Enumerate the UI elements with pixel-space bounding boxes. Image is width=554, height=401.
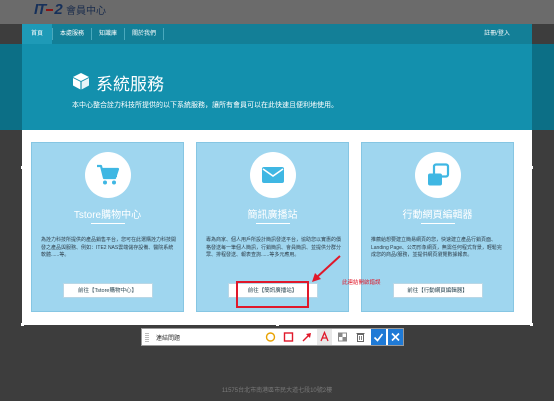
cart-icon xyxy=(96,164,119,185)
close-icon xyxy=(391,332,400,342)
card-title: 行動網頁編輯器 xyxy=(402,210,473,221)
text-tool[interactable] xyxy=(317,329,332,345)
rectangle-tool[interactable] xyxy=(281,329,296,345)
ellipse-tool[interactable] xyxy=(263,329,278,345)
windows-icon xyxy=(427,163,449,186)
logo-text-2: 2 xyxy=(54,1,62,18)
trash-icon xyxy=(356,333,365,342)
arrow-tool[interactable] xyxy=(299,329,314,345)
main-nav: 首頁 本處服務 知識庫 關於我們 註冊/登入 xyxy=(22,24,532,44)
snip-note-label: 連結問題 xyxy=(156,336,181,342)
footer-address: 11575台北市南港區市民大道七段10號2樓 xyxy=(221,388,333,394)
drag-grip[interactable] xyxy=(145,333,149,342)
card-title: 簡訊廣播站 xyxy=(247,210,298,221)
nav-knowledge-base[interactable]: 知識庫 xyxy=(92,24,124,44)
annotation-note: 此連結開啟錯誤 xyxy=(342,280,381,286)
card-icon-circle xyxy=(84,152,131,198)
logo-text: IT xyxy=(34,1,46,18)
selection-handle[interactable] xyxy=(21,323,24,326)
service-card-tstore: Tstore購物中心 為詮力科技所提供的產品銷售平台，您可在此選購詮力科技開發之… xyxy=(31,142,184,312)
card-divider xyxy=(255,223,290,224)
cancel-button[interactable] xyxy=(388,329,403,345)
card-title: Tstore購物中心 xyxy=(73,210,142,221)
goto-tstore-button[interactable]: 前往【Tstore購物中心】 xyxy=(62,283,153,298)
confirm-button[interactable] xyxy=(371,329,386,345)
card-icon-circle xyxy=(249,152,296,198)
nav-login[interactable]: 註冊/登入 xyxy=(472,24,522,44)
hero-section: 系統服務 本中心整合詮力科技所提供的以下系統服務，讓所有會員可以在此快速且便利地… xyxy=(22,44,532,130)
nav-about-us[interactable]: 關於我們 xyxy=(125,24,163,44)
page-title: 系統服務 xyxy=(96,75,164,94)
logo-dash xyxy=(46,9,54,12)
selection-handle[interactable] xyxy=(21,166,24,169)
card-description: 為詮力科技所提供的產品銷售平台，您可在此選購詮力科技開發之產品與服務、例如：IT… xyxy=(41,237,177,258)
nav-divider xyxy=(163,28,164,40)
annotation-rectangle xyxy=(236,281,309,308)
top-bar: IT 2 會員中心 xyxy=(0,0,554,24)
card-icon-circle xyxy=(414,152,461,198)
cube-icon xyxy=(73,73,89,90)
mosaic-icon xyxy=(338,332,347,342)
selection-handle[interactable] xyxy=(276,323,279,326)
goto-web-editor-button[interactable]: 前往【行動網頁編輯器】 xyxy=(392,283,483,298)
check-icon xyxy=(373,333,384,342)
annotation-arrow xyxy=(312,255,341,282)
text-icon xyxy=(320,331,329,342)
service-card-web-editor: 行動網頁編輯器 推薦給想要建立簡易網頁的您，快速建立產品行銷頁面、Landing… xyxy=(361,142,514,312)
envelope-icon xyxy=(261,167,284,183)
card-description: 推薦給想要建立簡易網頁的您，快速建立產品行銷頁面、Landing Page、公司… xyxy=(371,237,502,258)
snip-toolbar: 連結問題 xyxy=(141,328,404,346)
selection-handle[interactable] xyxy=(530,323,533,326)
page-description: 本中心整合詮力科技所提供的以下系統服務，讓所有會員可以在此快速且便利地使用。 xyxy=(72,102,338,109)
member-center-title: 會員中心 xyxy=(66,6,106,17)
nav-home[interactable]: 首頁 xyxy=(22,24,52,44)
site-logo[interactable]: IT 2 xyxy=(34,1,63,18)
selection-handle[interactable] xyxy=(530,166,533,169)
arrow-icon xyxy=(302,333,311,342)
ellipse-icon xyxy=(265,332,276,342)
card-divider xyxy=(90,223,125,224)
card-divider xyxy=(420,223,455,224)
delete-tool[interactable] xyxy=(353,329,368,345)
mosaic-tool[interactable] xyxy=(335,329,350,345)
nav-services[interactable]: 本處服務 xyxy=(53,24,91,44)
rectangle-icon xyxy=(283,332,294,342)
